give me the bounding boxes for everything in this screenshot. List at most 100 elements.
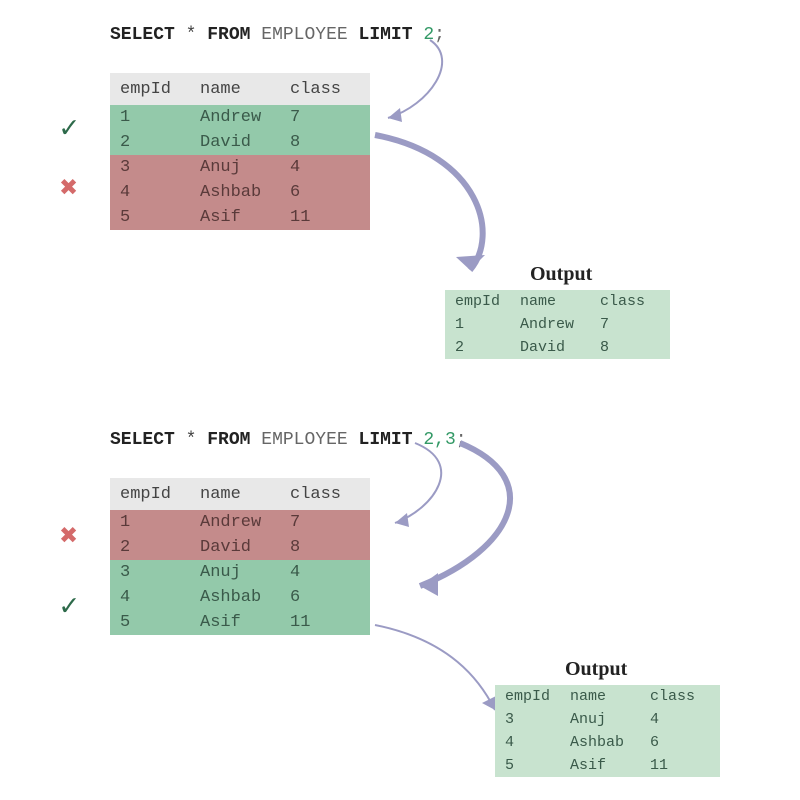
table-row: 4 Ashbab 6 [110, 585, 370, 610]
table-header-row: empId name class [110, 478, 370, 510]
cell: Anuj [200, 158, 290, 177]
cell: 5 [110, 613, 200, 632]
cell: Anuj [200, 563, 290, 582]
employee-source-table: empId name class 1 Andrew 7 2 David 8 3 … [110, 73, 370, 230]
table-row: 3 Anuj 4 [495, 708, 720, 731]
cell: Anuj [570, 711, 650, 728]
column-header: empId [110, 485, 200, 504]
cell: Ashbab [200, 588, 290, 607]
sql-semicolon: ; [434, 25, 445, 45]
sql-star: * [186, 25, 197, 45]
cell: 5 [110, 208, 200, 227]
cell: 4 [495, 734, 570, 751]
cell: 4 [650, 711, 720, 728]
cell: 4 [290, 158, 370, 177]
table-row: 4 Ashbab 6 [110, 180, 370, 205]
column-header: name [570, 688, 650, 705]
check-icon: ✓ [60, 588, 78, 625]
table-row: 2 David 8 [445, 336, 670, 359]
sql-limit-args: 2 [423, 25, 434, 45]
check-icon: ✓ [60, 110, 78, 147]
table-row: 1 Andrew 7 [110, 510, 370, 535]
table-row: 2 David 8 [110, 130, 370, 155]
cell: 4 [290, 563, 370, 582]
cell: 2 [110, 133, 200, 152]
cell: 4 [110, 588, 200, 607]
sql-query: SELECT * FROM EMPLOYEE LIMIT 2,3; [110, 430, 467, 450]
cell: David [200, 133, 290, 152]
cell: Asif [570, 757, 650, 774]
sql-keyword: LIMIT [359, 25, 413, 45]
cell: 1 [110, 108, 200, 127]
cell: 11 [290, 613, 370, 632]
table-header-row: empId name class [445, 290, 670, 313]
query-to-table-arrow [370, 30, 490, 135]
cell: 7 [290, 108, 370, 127]
sql-semicolon: ; [456, 430, 467, 450]
cell: 5 [495, 757, 570, 774]
cell: 1 [110, 513, 200, 532]
column-header: empId [495, 688, 570, 705]
sql-keyword: FROM [207, 430, 250, 450]
cell: 3 [495, 711, 570, 728]
count-arrow [390, 438, 560, 603]
cell: 3 [110, 158, 200, 177]
cell: 11 [650, 757, 720, 774]
column-header: empId [445, 293, 520, 310]
sql-keyword: SELECT [110, 25, 175, 45]
output-table: empId name class 1 Andrew 7 2 David 8 [445, 290, 670, 359]
table-row: 5 Asif 11 [110, 205, 370, 230]
cell: 1 [445, 316, 520, 333]
cross-icon: ✖ [60, 170, 78, 207]
cell: 2 [445, 339, 520, 356]
table-row: 3 Anuj 4 [110, 560, 370, 585]
cell: David [520, 339, 600, 356]
cell: Andrew [520, 316, 600, 333]
sql-table-name: EMPLOYEE [261, 430, 347, 450]
cell: 4 [110, 183, 200, 202]
column-header: empId [110, 80, 200, 99]
cell: David [200, 538, 290, 557]
sql-keyword: SELECT [110, 430, 175, 450]
cell: 6 [290, 183, 370, 202]
table-row: 1 Andrew 7 [110, 105, 370, 130]
output-table: empId name class 3 Anuj 4 4 Ashbab 6 5 A… [495, 685, 720, 777]
table-row: 3 Anuj 4 [110, 155, 370, 180]
selected-to-output-arrow [370, 125, 540, 295]
cell: Andrew [200, 513, 290, 532]
sql-limit-args: 2,3 [423, 430, 455, 450]
table-row: 5 Asif 11 [495, 754, 720, 777]
cell: 8 [600, 339, 670, 356]
table-row: 1 Andrew 7 [445, 313, 670, 336]
table-header-row: empId name class [110, 73, 370, 105]
sql-query: SELECT * FROM EMPLOYEE LIMIT 2; [110, 25, 445, 45]
cell: 11 [290, 208, 370, 227]
offset-arrow [380, 438, 500, 538]
cell: Andrew [200, 108, 290, 127]
table-row: 2 David 8 [110, 535, 370, 560]
cell: Ashbab [200, 183, 290, 202]
column-header: name [200, 485, 290, 504]
column-header: class [290, 80, 370, 99]
cell: 7 [290, 513, 370, 532]
table-header-row: empId name class [495, 685, 720, 708]
cell: 3 [110, 563, 200, 582]
column-header: class [600, 293, 670, 310]
column-header: class [650, 688, 720, 705]
cell: 6 [650, 734, 720, 751]
employee-source-table: empId name class 1 Andrew 7 2 David 8 3 … [110, 478, 370, 635]
cross-icon: ✖ [60, 518, 78, 555]
output-label: Output [530, 263, 592, 286]
cell: 8 [290, 538, 370, 557]
table-row: 5 Asif 11 [110, 610, 370, 635]
cell: Asif [200, 208, 290, 227]
sql-table-name: EMPLOYEE [261, 25, 347, 45]
cell: 2 [110, 538, 200, 557]
sql-star: * [186, 430, 197, 450]
table-row: 4 Ashbab 6 [495, 731, 720, 754]
sql-keyword: FROM [207, 25, 250, 45]
cell: 8 [290, 133, 370, 152]
column-header: name [520, 293, 600, 310]
column-header: class [290, 485, 370, 504]
cell: Ashbab [570, 734, 650, 751]
